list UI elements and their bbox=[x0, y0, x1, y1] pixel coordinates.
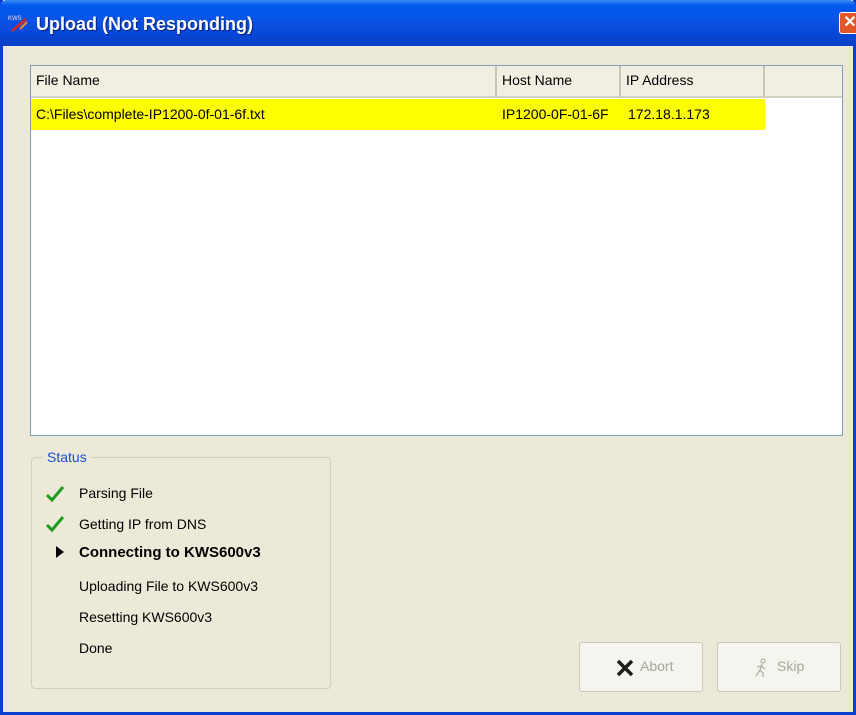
column-header-host-name[interactable]: Host Name bbox=[497, 66, 621, 98]
status-step-connecting: Connecting to KWS600v3 bbox=[79, 544, 261, 561]
close-button[interactable]: ✕ bbox=[839, 12, 856, 34]
column-header-ip-address[interactable]: IP Address bbox=[621, 66, 765, 98]
skip-button-label: Skip bbox=[777, 658, 805, 674]
walking-person-icon bbox=[755, 658, 766, 677]
close-icon: ✕ bbox=[843, 14, 856, 31]
svg-text:KWS: KWS bbox=[8, 16, 22, 22]
status-step-done: Done bbox=[79, 640, 113, 656]
status-step-resetting: Resetting KWS600v3 bbox=[79, 609, 213, 625]
kws-app-icon: KWS bbox=[8, 16, 28, 32]
column-header-filler bbox=[765, 66, 842, 98]
arrow-right-icon bbox=[56, 546, 64, 558]
status-step-uploading: Uploading File to KWS600v3 bbox=[79, 578, 258, 594]
checkmark-icon bbox=[45, 486, 65, 503]
title-bar[interactable]: KWS Upload (Not Responding) bbox=[0, 0, 856, 46]
cell-host-name: IP1200-0F-01-6F bbox=[502, 106, 609, 122]
column-header-file-name[interactable]: File Name bbox=[31, 66, 497, 98]
upload-dialog: KWS Upload (Not Responding) ✕ File Name … bbox=[0, 0, 856, 715]
checkmark-icon bbox=[45, 516, 65, 533]
status-group-label: Status bbox=[43, 449, 91, 465]
status-step-parsing-file: Parsing File bbox=[79, 485, 153, 501]
table-row[interactable]: C:\Files\complete-IP1200-0f-01-6f.txt IP… bbox=[31, 99, 765, 130]
cell-ip-address: 172.18.1.173 bbox=[628, 106, 710, 122]
x-icon bbox=[616, 659, 634, 677]
cell-file-name: C:\Files\complete-IP1200-0f-01-6f.txt bbox=[36, 106, 265, 122]
abort-button-label: Abort bbox=[640, 658, 674, 674]
window-title: Upload (Not Responding) bbox=[36, 14, 253, 34]
skip-button[interactable]: Skip bbox=[717, 642, 841, 692]
abort-button[interactable]: Abort bbox=[579, 642, 703, 692]
file-list[interactable]: File Name Host Name IP Address C:\Files\… bbox=[30, 65, 843, 436]
status-group bbox=[31, 457, 331, 689]
status-step-getting-ip: Getting IP from DNS bbox=[79, 516, 207, 532]
